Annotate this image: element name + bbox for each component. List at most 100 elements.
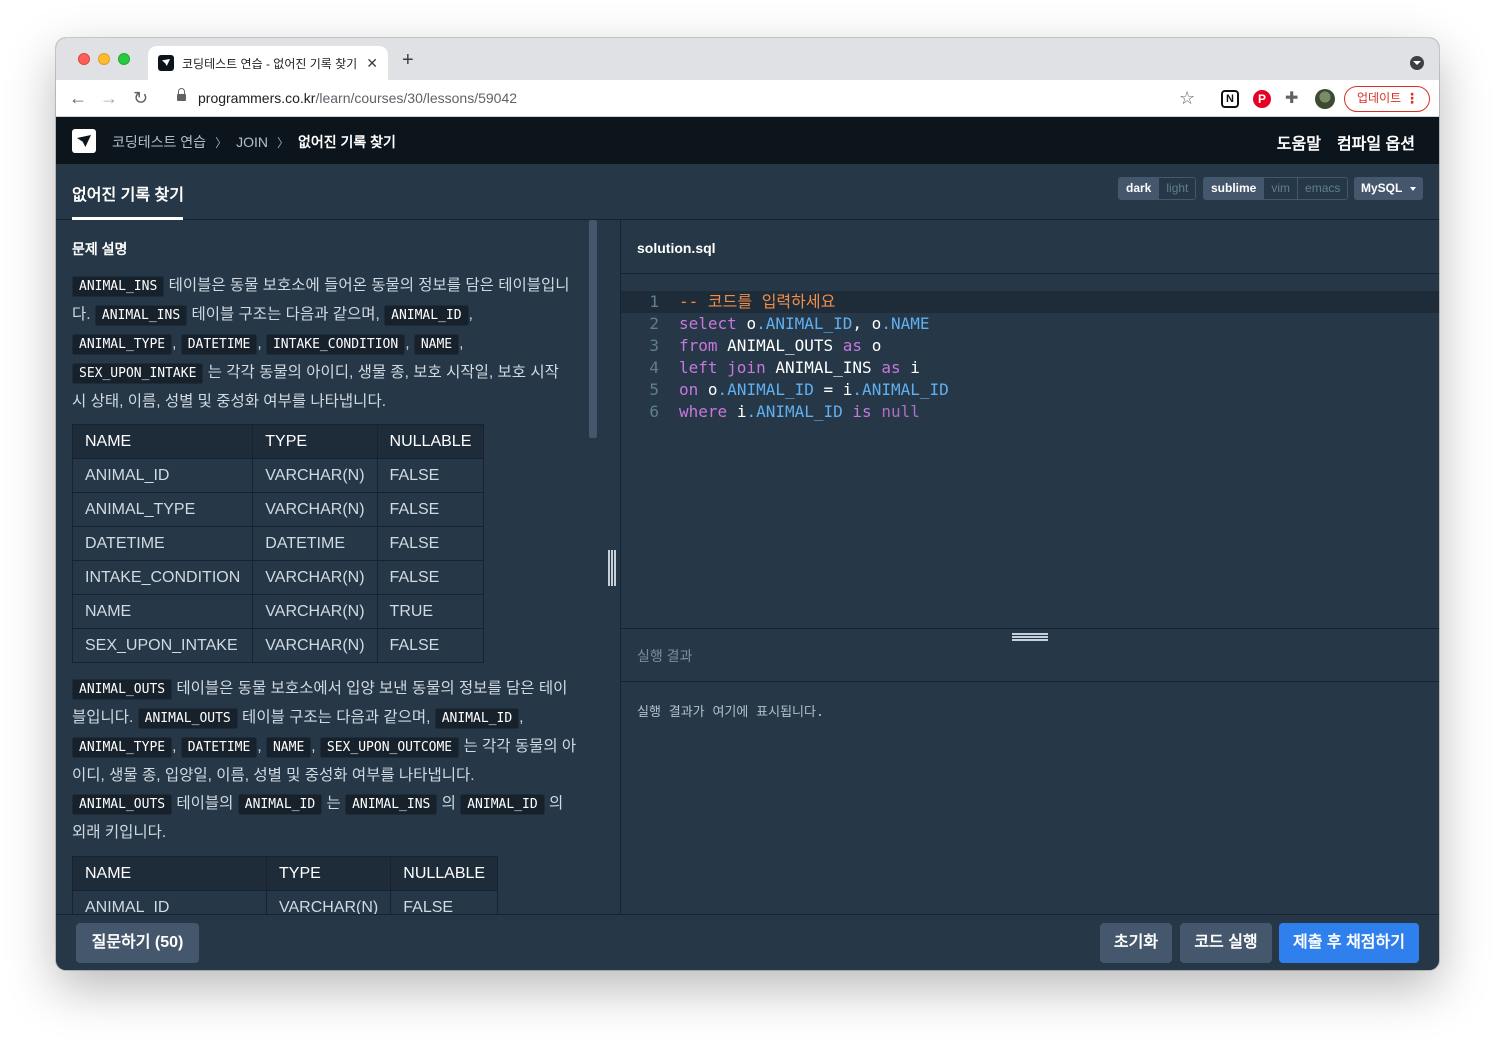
line-content: where i.ANIMAL_ID is null <box>679 402 920 421</box>
paragraph-text: , <box>257 738 266 755</box>
inline-code: ANIMAL_INS <box>72 276 165 297</box>
paragraph-text: 의 <box>437 795 461 812</box>
breadcrumb-current: 없어진 기록 찾기 <box>297 134 396 150</box>
browser-update-button[interactable]: 업데이트 ⋮ <box>1344 86 1430 112</box>
description-paragraph-1: ANIMAL_INS 테이블은 동물 보호소에 들어온 동물의 정보를 담은 테… <box>72 272 577 416</box>
paragraph-text: , <box>405 335 414 352</box>
code-line[interactable]: 2 select o.ANIMAL_ID, o.NAME <box>621 313 1439 335</box>
code-line[interactable]: 4 left join ANIMAL_INS as i <box>621 357 1439 379</box>
animal-outs-schema-table: NAME TYPE NULLABLE ANIMAL_ID VARCHAR(N) FA… <box>72 856 499 914</box>
paragraph-text: , <box>519 709 524 726</box>
animal-ins-schema-table: NAME TYPE NULLABLE ANIMAL_ID VARCHAR(N) FA… <box>71 424 485 663</box>
editor-pane: solution.sql 1 -- 코드를 입력하세요 2 select o.ANI… <box>621 220 1439 914</box>
browser-tab[interactable]: 코딩테스트 연습 - 없어진 기록 찾기 | ✕ <box>148 46 388 80</box>
zoom-window-button[interactable] <box>118 53 130 65</box>
table-row: NAME VARCHAR(N) TRUE <box>71 594 485 629</box>
table-header-cell: TYPE <box>265 856 392 891</box>
reset-button[interactable]: 초기화 <box>1100 923 1172 963</box>
ask-question-button[interactable]: 질문하기 (50) <box>76 923 199 963</box>
line-number: 5 <box>649 380 659 399</box>
address-bar[interactable]: programmers.co.kr/learn/courses/30/lesso… <box>198 90 517 106</box>
table-cell: VARCHAR(N) <box>252 560 378 595</box>
paragraph-text: 테이블 구조는 다음과 같으며, <box>187 306 385 323</box>
inline-code: SEX_UPON_INTAKE <box>72 363 204 384</box>
resize-handle-icon[interactable] <box>1012 633 1048 641</box>
tab-search-icon[interactable] <box>1410 56 1424 70</box>
code-line[interactable]: 5 on o.ANIMAL_ID = i.ANIMAL_ID <box>621 379 1439 401</box>
close-window-button[interactable] <box>78 53 90 65</box>
paragraph-text: , <box>172 335 181 352</box>
table-header-row: NAME TYPE NULLABLE <box>71 424 485 459</box>
line-content: on o.ANIMAL_ID = i.ANIMAL_ID <box>679 380 949 399</box>
inline-code: ANIMAL_INS <box>94 305 188 326</box>
description-paragraph-2: ANIMAL_OUTS 테이블은 동물 보호소에서 입양 보낸 동물의 정보를 … <box>72 675 577 847</box>
inline-code: SEX_UPON_OUTCOME <box>319 737 460 758</box>
inline-code: ANIMAL_ID <box>434 708 520 729</box>
line-content: from ANIMAL_OUTS as o <box>679 336 882 355</box>
new-tab-icon[interactable]: + <box>402 50 414 70</box>
lock-icon[interactable] <box>177 88 186 103</box>
tab-close-icon[interactable]: ✕ <box>366 55 378 72</box>
run-code-button[interactable]: 코드 실행 <box>1180 923 1272 963</box>
keymap-vim-button[interactable]: vim <box>1263 178 1298 199</box>
inline-code: DATETIME <box>180 737 258 758</box>
table-cell: FALSE <box>376 526 485 561</box>
line-number: 2 <box>649 314 659 333</box>
inline-code: ANIMAL_ID <box>460 794 545 815</box>
forward-arrow-icon[interactable]: → <box>100 87 118 109</box>
code-editor[interactable]: 1 -- 코드를 입력하세요 2 select o.ANIMAL_ID, o.NAM… <box>621 291 1439 423</box>
table-cell: VARCHAR(N) <box>252 492 378 527</box>
table-cell: VARCHAR(N) <box>265 890 392 914</box>
code-line[interactable]: 6 where i.ANIMAL_ID is null <box>621 401 1439 423</box>
compile-options-link[interactable]: 컴파일 옵션 <box>1337 130 1415 154</box>
breadcrumb: 코딩테스트 연습 〉 JOIN 〉 없어진 기록 찾기 <box>112 132 396 152</box>
help-link[interactable]: 도움말 <box>1277 130 1321 154</box>
caret-down-icon <box>1410 187 1416 191</box>
inline-code: NAME <box>413 334 460 355</box>
table-row: ANIMAL_ID VARCHAR(N) FALSE <box>72 890 499 914</box>
lesson-title[interactable]: 없어진 기록 찾기 <box>72 181 184 205</box>
pinterest-extension-icon[interactable]: P <box>1253 90 1271 108</box>
table-cell: FALSE <box>390 890 499 914</box>
table-row: SEX_UPON_INTAKE VARCHAR(N) FALSE <box>71 628 485 663</box>
tab-title: 코딩테스트 연습 - 없어진 기록 찾기 | <box>182 56 361 71</box>
table-cell: ANIMAL_ID <box>71 458 254 493</box>
profile-avatar[interactable] <box>1315 89 1335 109</box>
reload-icon[interactable]: ↻ <box>133 87 148 109</box>
inline-code: ANIMAL_INS <box>345 794 438 815</box>
result-label: 실행 결과 <box>637 648 693 664</box>
table-cell: VARCHAR(N) <box>252 458 378 493</box>
programmers-logo-icon[interactable] <box>72 129 96 153</box>
language-select[interactable]: MySQL <box>1354 177 1423 200</box>
table-cell: FALSE <box>376 492 485 527</box>
table-header-cell: NULLABLE <box>390 856 499 891</box>
keymap-emacs-button[interactable]: emacs <box>1297 178 1348 199</box>
breadcrumb-item[interactable]: JOIN <box>236 134 268 150</box>
more-options-icon: ⋮ <box>1405 90 1419 106</box>
url-host: programmers.co.kr <box>198 90 316 106</box>
description-scrollbar[interactable] <box>589 220 597 438</box>
notion-extension-icon[interactable]: N <box>1221 90 1239 108</box>
extensions-puzzle-icon[interactable]: ✚ <box>1285 90 1303 108</box>
inline-code: ANIMAL_TYPE <box>72 334 173 355</box>
inline-code: DATETIME <box>180 334 258 355</box>
theme-light-button[interactable]: light <box>1158 178 1196 199</box>
app-header: 코딩테스트 연습 〉 JOIN 〉 없어진 기록 찾기 도움말 컴파일 옵션 <box>56 117 1439 164</box>
line-number: 3 <box>649 336 659 355</box>
minimize-window-button[interactable] <box>98 53 110 65</box>
table-cell: SEX_UPON_INTAKE <box>71 628 254 663</box>
code-line[interactable]: 3 from ANIMAL_OUTS as o <box>621 335 1439 357</box>
breadcrumb-item[interactable]: 코딩테스트 연습 <box>112 132 206 152</box>
theme-dark-button[interactable]: dark <box>1119 178 1159 199</box>
bookmark-star-icon[interactable]: ☆ <box>1179 88 1195 109</box>
keymap-sublime-button[interactable]: sublime <box>1204 178 1264 199</box>
back-arrow-icon[interactable]: ← <box>69 87 87 109</box>
submit-button[interactable]: 제출 후 채점하기 <box>1279 923 1419 963</box>
resize-handle-icon[interactable] <box>608 550 616 586</box>
inline-code: ANIMAL_OUTS <box>137 708 238 729</box>
paragraph-text: , <box>172 738 181 755</box>
browser-tab-bar: 코딩테스트 연습 - 없어진 기록 찾기 | ✕ + <box>56 38 1439 80</box>
programmers-favicon-icon <box>158 55 174 71</box>
code-line[interactable]: 1 -- 코드를 입력하세요 <box>621 291 1439 313</box>
file-name[interactable]: solution.sql <box>637 240 716 256</box>
